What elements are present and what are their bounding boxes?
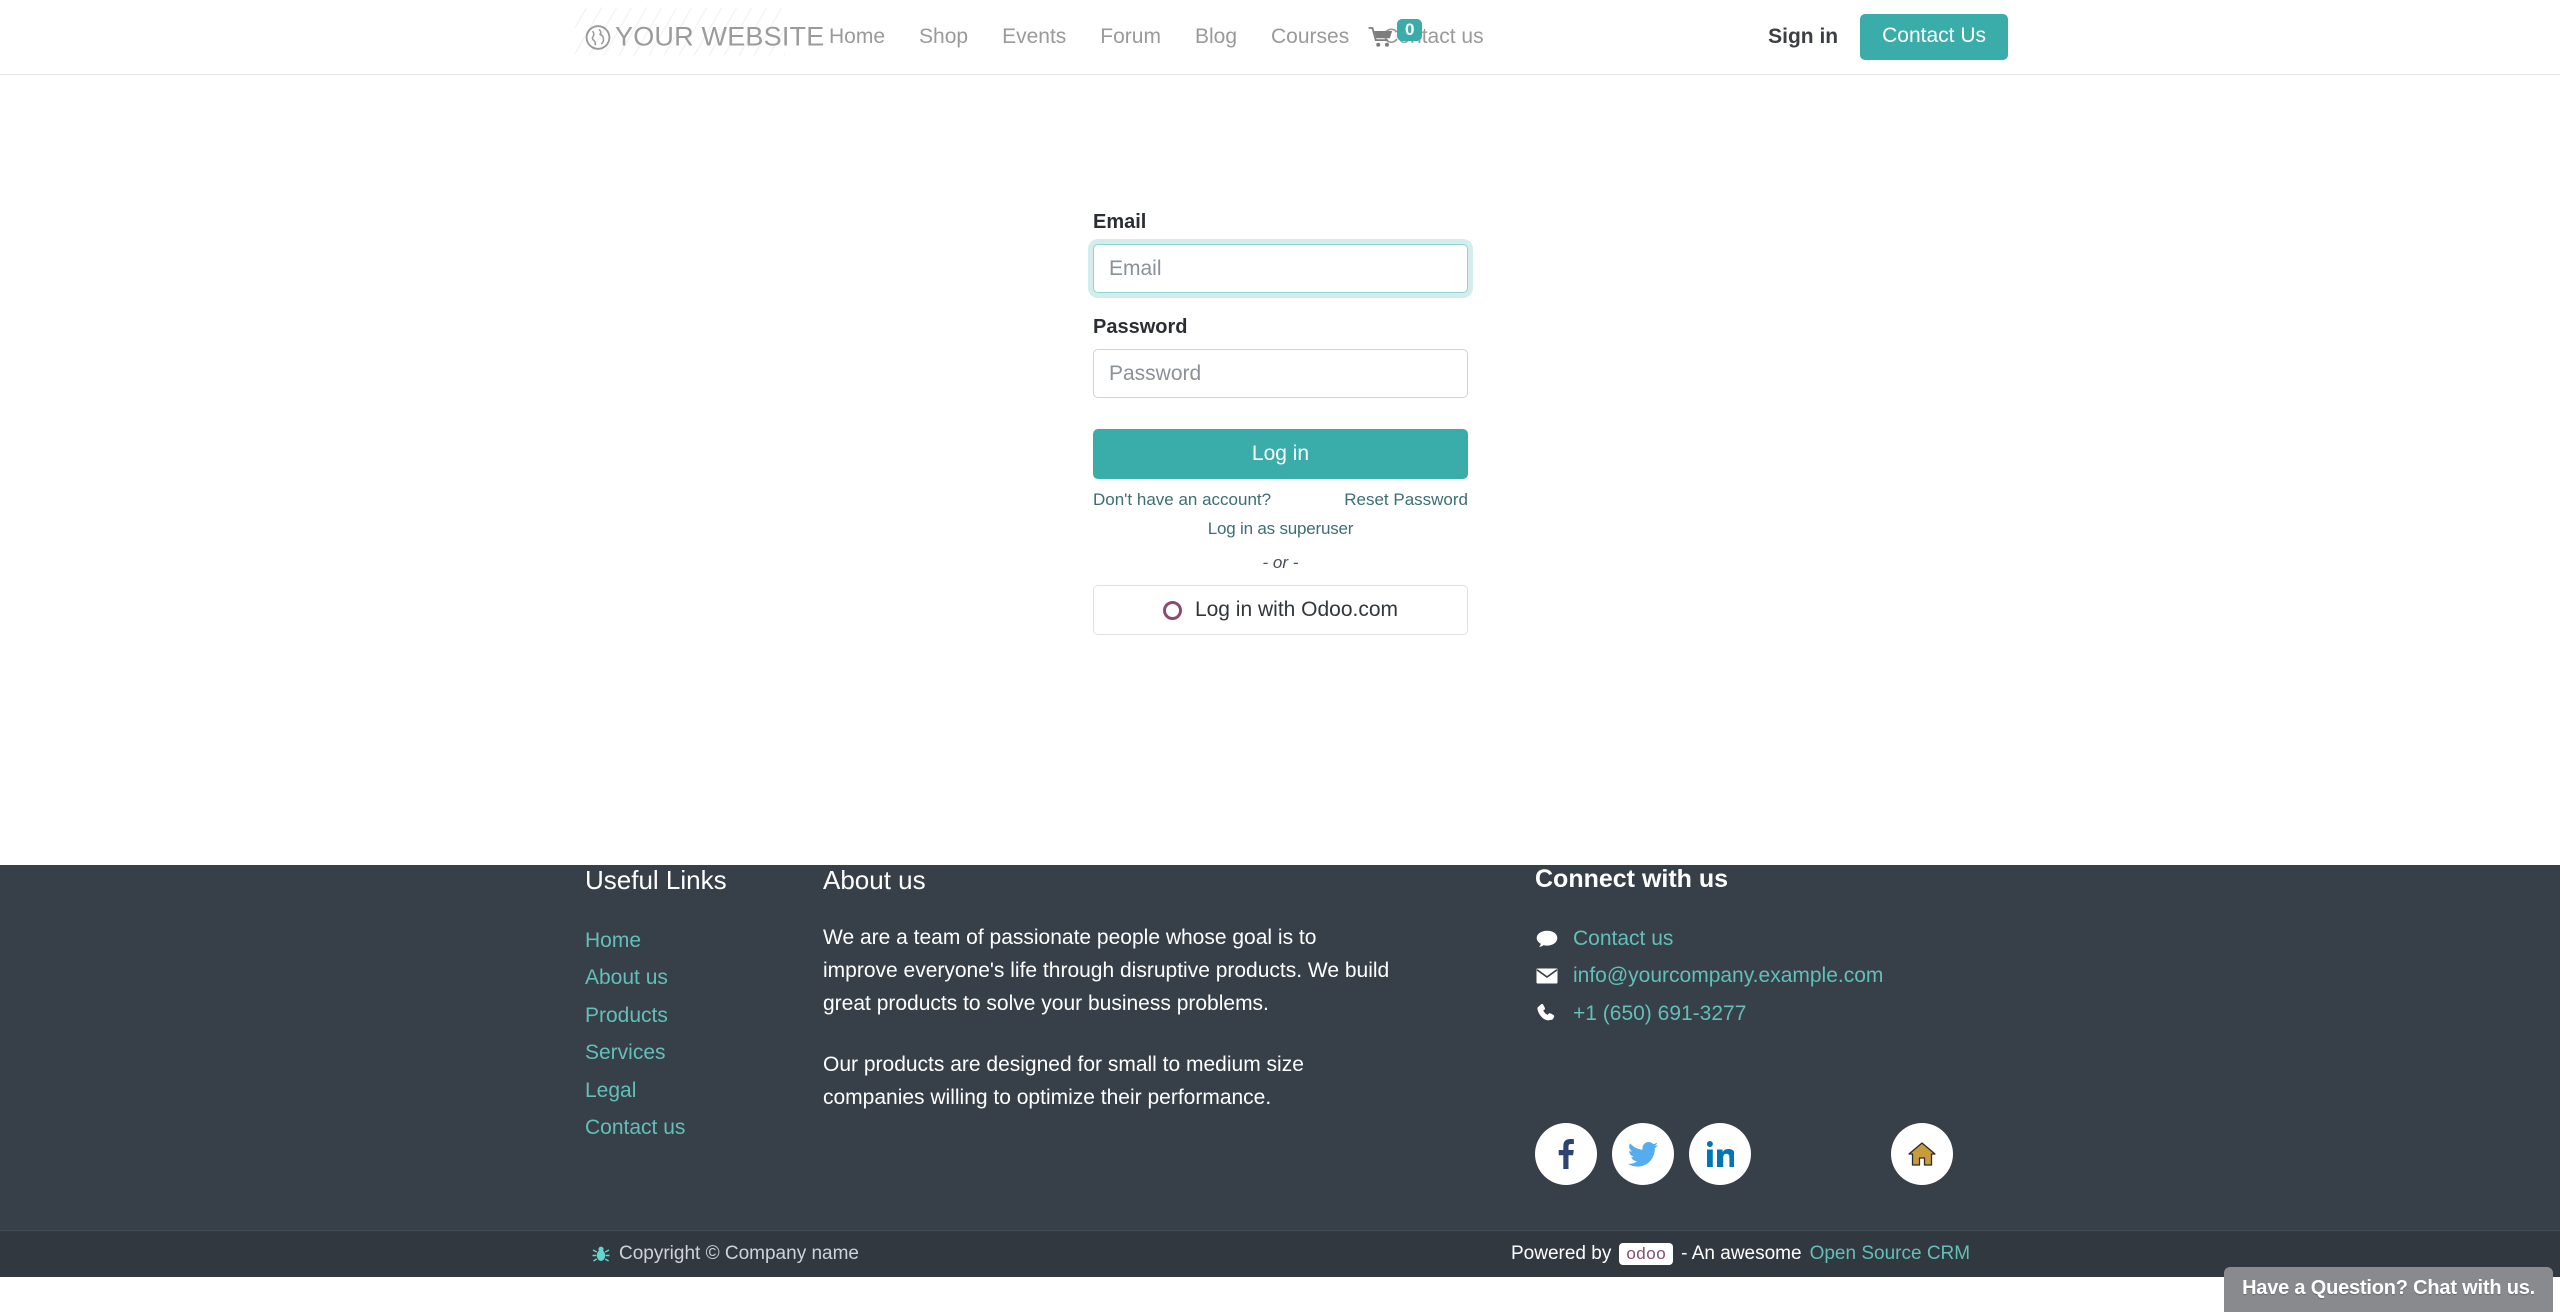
home-icon [1908,1141,1936,1166]
superuser-row: Log in as superuser [1093,519,1468,539]
or-separator: - or - [1262,553,1299,572]
copyright-right: Powered by odoo - An awesome Open Source… [1511,1243,1970,1265]
twitter-icon [1628,1141,1658,1167]
copyright-left: Copyright © Company name [592,1243,859,1265]
footer-email-link[interactable]: info@yourcompany.example.com [1573,957,1883,994]
email-input[interactable] [1093,244,1468,293]
nav-item-forum[interactable]: Forum [1083,25,1178,49]
nav-item-blog[interactable]: Blog [1178,25,1254,49]
globe-icon [585,24,611,50]
social-facebook-button[interactable] [1535,1123,1597,1185]
copyright-bar: Copyright © Company name Powered by odoo… [0,1230,2560,1277]
reset-password-link[interactable]: Reset Password [1344,490,1468,510]
sign-in-link[interactable]: Sign in [1768,25,1838,49]
footer-link-about-us[interactable]: About us [585,959,727,996]
copyright-text: Copyright © Company name [619,1243,859,1264]
footer-useful-links-column: Useful Links Home About us Products Serv… [585,865,727,1146]
cart-count-badge: 0 [1397,19,1423,41]
footer-phone-link[interactable]: +1 (650) 691-3277 [1573,995,1746,1032]
footer-link-home[interactable]: Home [585,922,727,959]
nav-item-courses[interactable]: Courses [1254,25,1366,49]
log-in-button[interactable]: Log in [1093,429,1468,479]
footer-connect-column: Connect with us Contact us info@yourcomp… [1535,865,2095,1032]
site-logo[interactable]: YOUR WEBSITE [575,7,825,56]
social-home-button[interactable] [1891,1123,1953,1185]
top-navbar: YOUR WEBSITE Home Shop Events Forum Blog… [0,0,2560,75]
nav-item-home[interactable]: Home [812,25,902,49]
footer-link-services[interactable]: Services [585,1034,727,1071]
odoo-ring-icon [1162,600,1182,620]
livechat-button[interactable]: Have a Question? Chat with us. [2224,1267,2553,1312]
social-twitter-button[interactable] [1612,1123,1674,1185]
site-footer: Useful Links Home About us Products Serv… [0,865,2560,1277]
contact-us-button[interactable]: Contact Us [1860,14,2008,60]
comment-icon [1535,930,1559,948]
footer-contact-us-link[interactable]: Contact us [1573,920,1673,957]
footer-about-column: About us We are a team of passionate peo… [823,865,1393,1143]
footer-connect-heading: Connect with us [1535,865,1729,893]
login-helper-links: Don't have an account? Reset Password [1093,490,1468,510]
login-form: Email Password Log in Don't have an acco… [1093,211,1468,635]
envelope-icon [1535,968,1559,984]
footer-about-paragraph-1: We are a team of passionate people whose… [823,926,1390,1015]
powered-by-label: Powered by [1511,1243,1612,1264]
footer-about-heading: About us [823,865,926,895]
social-linkedin-button[interactable] [1689,1123,1751,1185]
signup-link[interactable]: Don't have an account? [1093,490,1271,510]
footer-link-contact-us[interactable]: Contact us [585,1109,727,1146]
awesome-label: - An awesome [1681,1243,1802,1264]
bug-icon [592,1246,610,1262]
footer-link-legal[interactable]: Legal [585,1072,727,1109]
odoo-logo-text: odoo [1626,1244,1667,1263]
password-label: Password [1093,316,1188,338]
nav-item-events[interactable]: Events [985,25,1083,49]
footer-contact-row: Contact us [1535,920,2095,957]
footer-useful-links-heading: Useful Links [585,865,727,895]
password-input[interactable] [1093,349,1468,398]
footer-email-row: info@yourcompany.example.com [1535,957,2095,994]
footer-phone-row: +1 (650) 691-3277 [1535,995,2095,1032]
odoo-logo[interactable]: odoo [1619,1243,1674,1265]
footer-link-products[interactable]: Products [585,997,727,1034]
linkedin-icon [1706,1141,1734,1167]
navbar-actions: Sign in Contact Us [1768,14,2008,60]
cart-button[interactable]: 0 [1368,19,1423,48]
phone-icon [1535,1003,1559,1023]
site-logo-text: YOUR WEBSITE [615,21,825,52]
log-in-as-superuser-link[interactable]: Log in as superuser [1208,519,1354,538]
log-in-with-odoo-button[interactable]: Log in with Odoo.com [1093,585,1468,635]
footer-social-buttons [1535,1123,1953,1185]
open-source-crm-link[interactable]: Open Source CRM [1810,1243,1971,1265]
nav-item-shop[interactable]: Shop [902,25,985,49]
shopping-cart-icon [1368,27,1393,47]
email-label: Email [1093,211,1147,233]
main-content: Email Password Log in Don't have an acco… [0,75,2560,865]
facebook-icon [1558,1139,1574,1169]
oauth-button-label: Log in with Odoo.com [1194,598,1399,621]
footer-about-paragraph-2: Our products are designed for small to m… [823,1052,1304,1109]
